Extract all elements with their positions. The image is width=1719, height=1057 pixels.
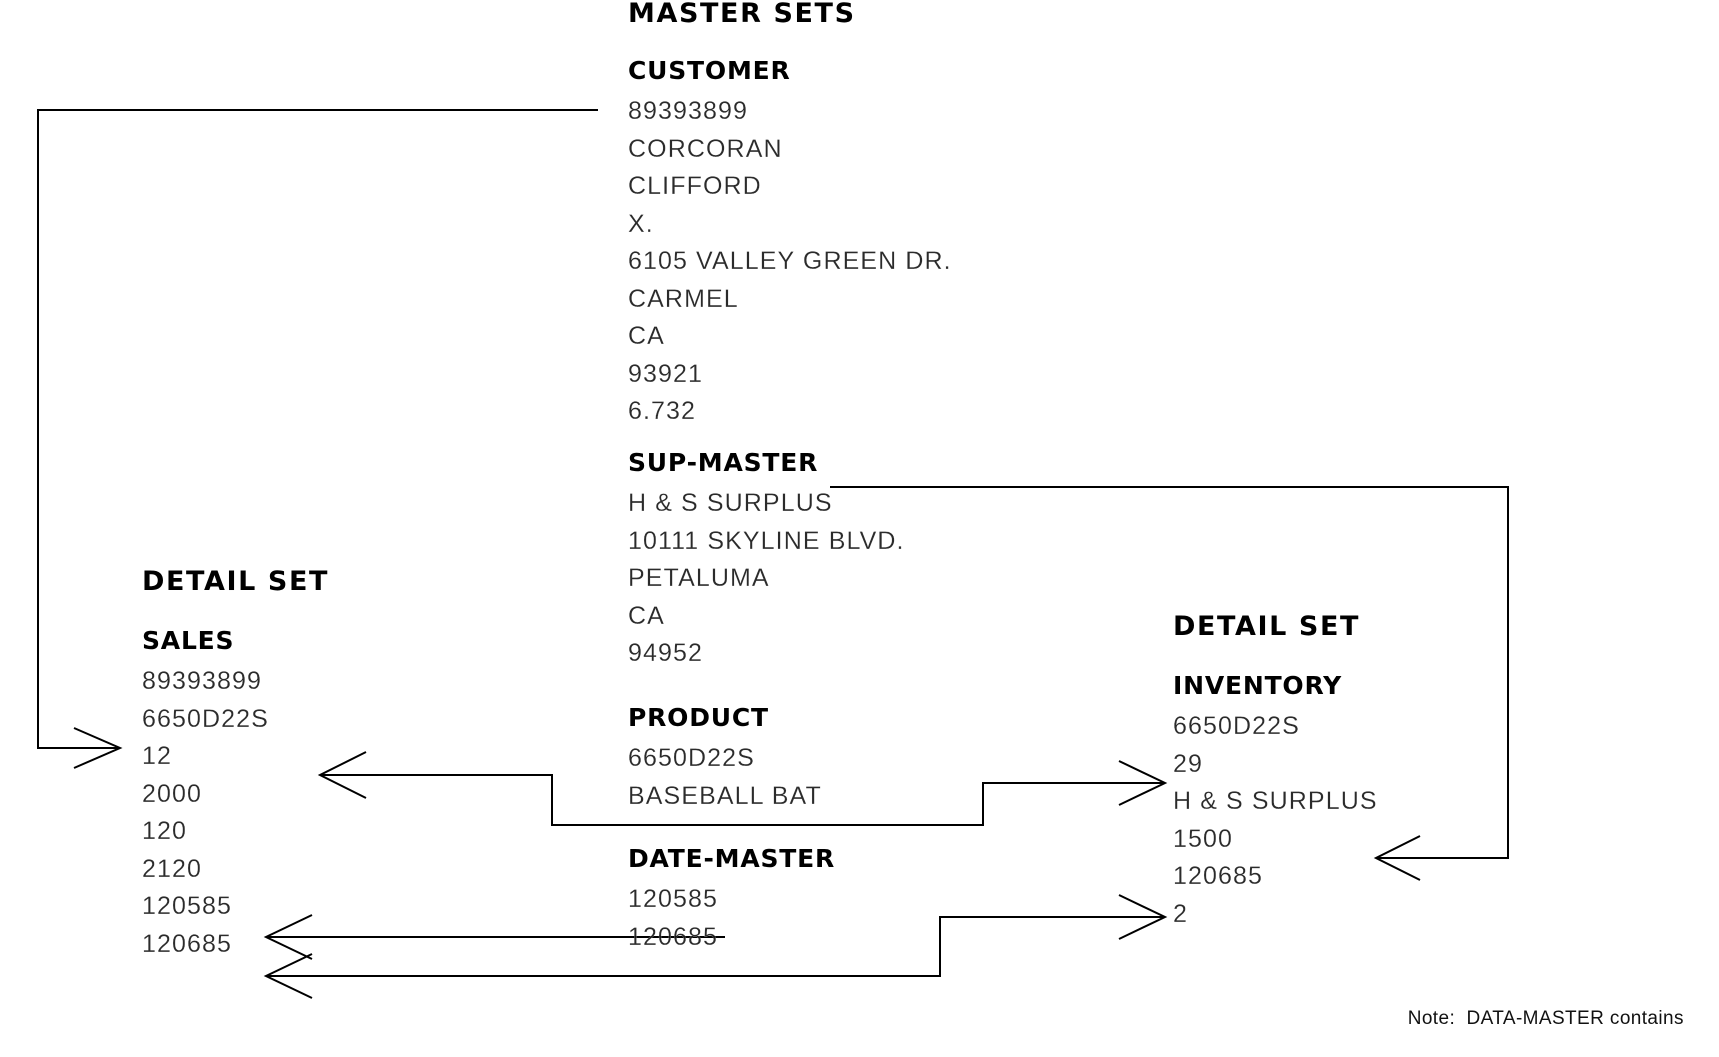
group-inventory: INVENTORY 6650D22S 29 H & S SURPLUS 1500… xyxy=(1173,673,1378,933)
connector-supmaster-to-inventory xyxy=(830,486,1509,859)
row-inventory-1: 29 xyxy=(1173,749,1204,778)
row-customer-2: CLIFFORD xyxy=(628,172,762,200)
row-customer-7: 93921 xyxy=(628,359,704,388)
row-sales-3: 2000 xyxy=(142,779,203,808)
detail-set-right-heading: DETAIL SET xyxy=(1173,611,1361,642)
connector-product-to-inventory xyxy=(775,782,1163,826)
row-sales-1: 6650D22S xyxy=(142,704,269,733)
arrowhead-date-120685-to-inventory xyxy=(1118,894,1168,940)
rows-customer: 89393899 CORCORAN CLIFFORD X. 6105 VALLE… xyxy=(628,93,952,431)
row-customer-0: 89393899 xyxy=(628,97,749,125)
detail-set-right-heading-block: DETAIL SET xyxy=(1173,613,1360,640)
row-sup-master-0: H & S SURPLUS xyxy=(628,489,833,517)
rows-sup-master: H & S SURPLUS 10111 SKYLINE BLVD. PETALU… xyxy=(628,485,905,673)
row-inventory-0: 6650D22S xyxy=(1173,712,1300,740)
row-sup-master-1: 10111 SKYLINE BLVD. xyxy=(628,526,905,555)
group-title-customer: CUSTOMER xyxy=(628,56,791,85)
group-customer: CUSTOMER 89393899 CORCORAN CLIFFORD X. 6… xyxy=(628,58,952,431)
rows-date-master: 120585 120685 xyxy=(628,881,835,956)
row-inventory-3: 1500 xyxy=(1173,824,1234,853)
group-title-date-master: DATE-MASTER xyxy=(628,844,836,873)
row-sales-7: 120685 xyxy=(142,929,233,958)
row-customer-3: X. xyxy=(628,209,654,238)
detail-set-left-heading: DETAIL SET xyxy=(142,566,330,597)
connector-customer-to-sales xyxy=(37,109,598,749)
group-product: PRODUCT 6650D22S BASEBALL BAT xyxy=(628,705,822,815)
row-sales-4: 120 xyxy=(142,817,188,845)
note-line-1: Note: DATA-MASTER contains xyxy=(1407,1008,1684,1029)
rows-product: 6650D22S BASEBALL BAT xyxy=(628,740,822,815)
row-inventory-4: 120685 xyxy=(1173,862,1264,890)
group-date-master: DATE-MASTER 120585 120685 xyxy=(628,846,835,956)
row-customer-5: CARMEL xyxy=(628,284,739,313)
row-sup-master-2: PETALUMA xyxy=(628,564,770,592)
master-sets-heading: MASTER SETS xyxy=(628,0,856,29)
rows-inventory: 6650D22S 29 H & S SURPLUS 1500 120685 2 xyxy=(1173,708,1378,933)
row-inventory-2: H & S SURPLUS xyxy=(1173,787,1378,815)
arrowhead-product-to-sales xyxy=(317,751,367,799)
arrowhead-supmaster-to-inventory xyxy=(1373,835,1421,881)
arrowhead-date-120685-to-sales xyxy=(263,953,313,999)
detail-set-left-heading-block: DETAIL SET xyxy=(142,568,329,595)
row-sales-6: 120585 xyxy=(142,892,233,920)
diagram-canvas: MASTER SETS CUSTOMER 89393899 CORCORAN C… xyxy=(0,0,1719,1057)
group-title-product: PRODUCT xyxy=(628,703,769,732)
arrowhead-date-120585-to-sales xyxy=(263,914,313,960)
group-sales: SALES 89393899 6650D22S 12 2000 120 2120… xyxy=(142,628,269,963)
group-title-sales: SALES xyxy=(142,626,235,655)
row-customer-1: CORCORAN xyxy=(628,134,783,163)
row-sales-0: 89393899 xyxy=(142,667,263,695)
row-customer-4: 6105 VALLEY GREEN DR. xyxy=(628,247,952,275)
row-sales-5: 2120 xyxy=(142,854,203,883)
row-product-0: 6650D22S xyxy=(628,744,755,772)
group-title-inventory: INVENTORY xyxy=(1173,671,1343,700)
master-sets-heading-block: MASTER SETS xyxy=(628,0,856,27)
row-sales-2: 12 xyxy=(142,742,173,770)
note-block: Note: DATA-MASTER contains two entries i… xyxy=(1385,980,1684,1057)
arrowhead-customer-to-sales xyxy=(73,727,123,769)
row-sup-master-4: 94952 xyxy=(628,639,704,667)
row-inventory-5: 2 xyxy=(1173,899,1189,928)
row-sup-master-3: CA xyxy=(628,601,665,630)
group-title-sup-master: SUP-MASTER xyxy=(628,448,819,477)
rows-sales: 89393899 6650D22S 12 2000 120 2120 12058… xyxy=(142,663,269,963)
row-product-1: BASEBALL BAT xyxy=(628,781,822,810)
row-customer-8: 6.732 xyxy=(628,397,697,425)
arrowhead-product-to-inventory xyxy=(1118,760,1168,806)
row-date-master-0: 120585 xyxy=(628,885,719,913)
row-date-master-1: 120685 xyxy=(628,922,719,951)
row-customer-6: CA xyxy=(628,322,665,350)
group-sup-master: SUP-MASTER H & S SURPLUS 10111 SKYLINE B… xyxy=(628,450,905,673)
